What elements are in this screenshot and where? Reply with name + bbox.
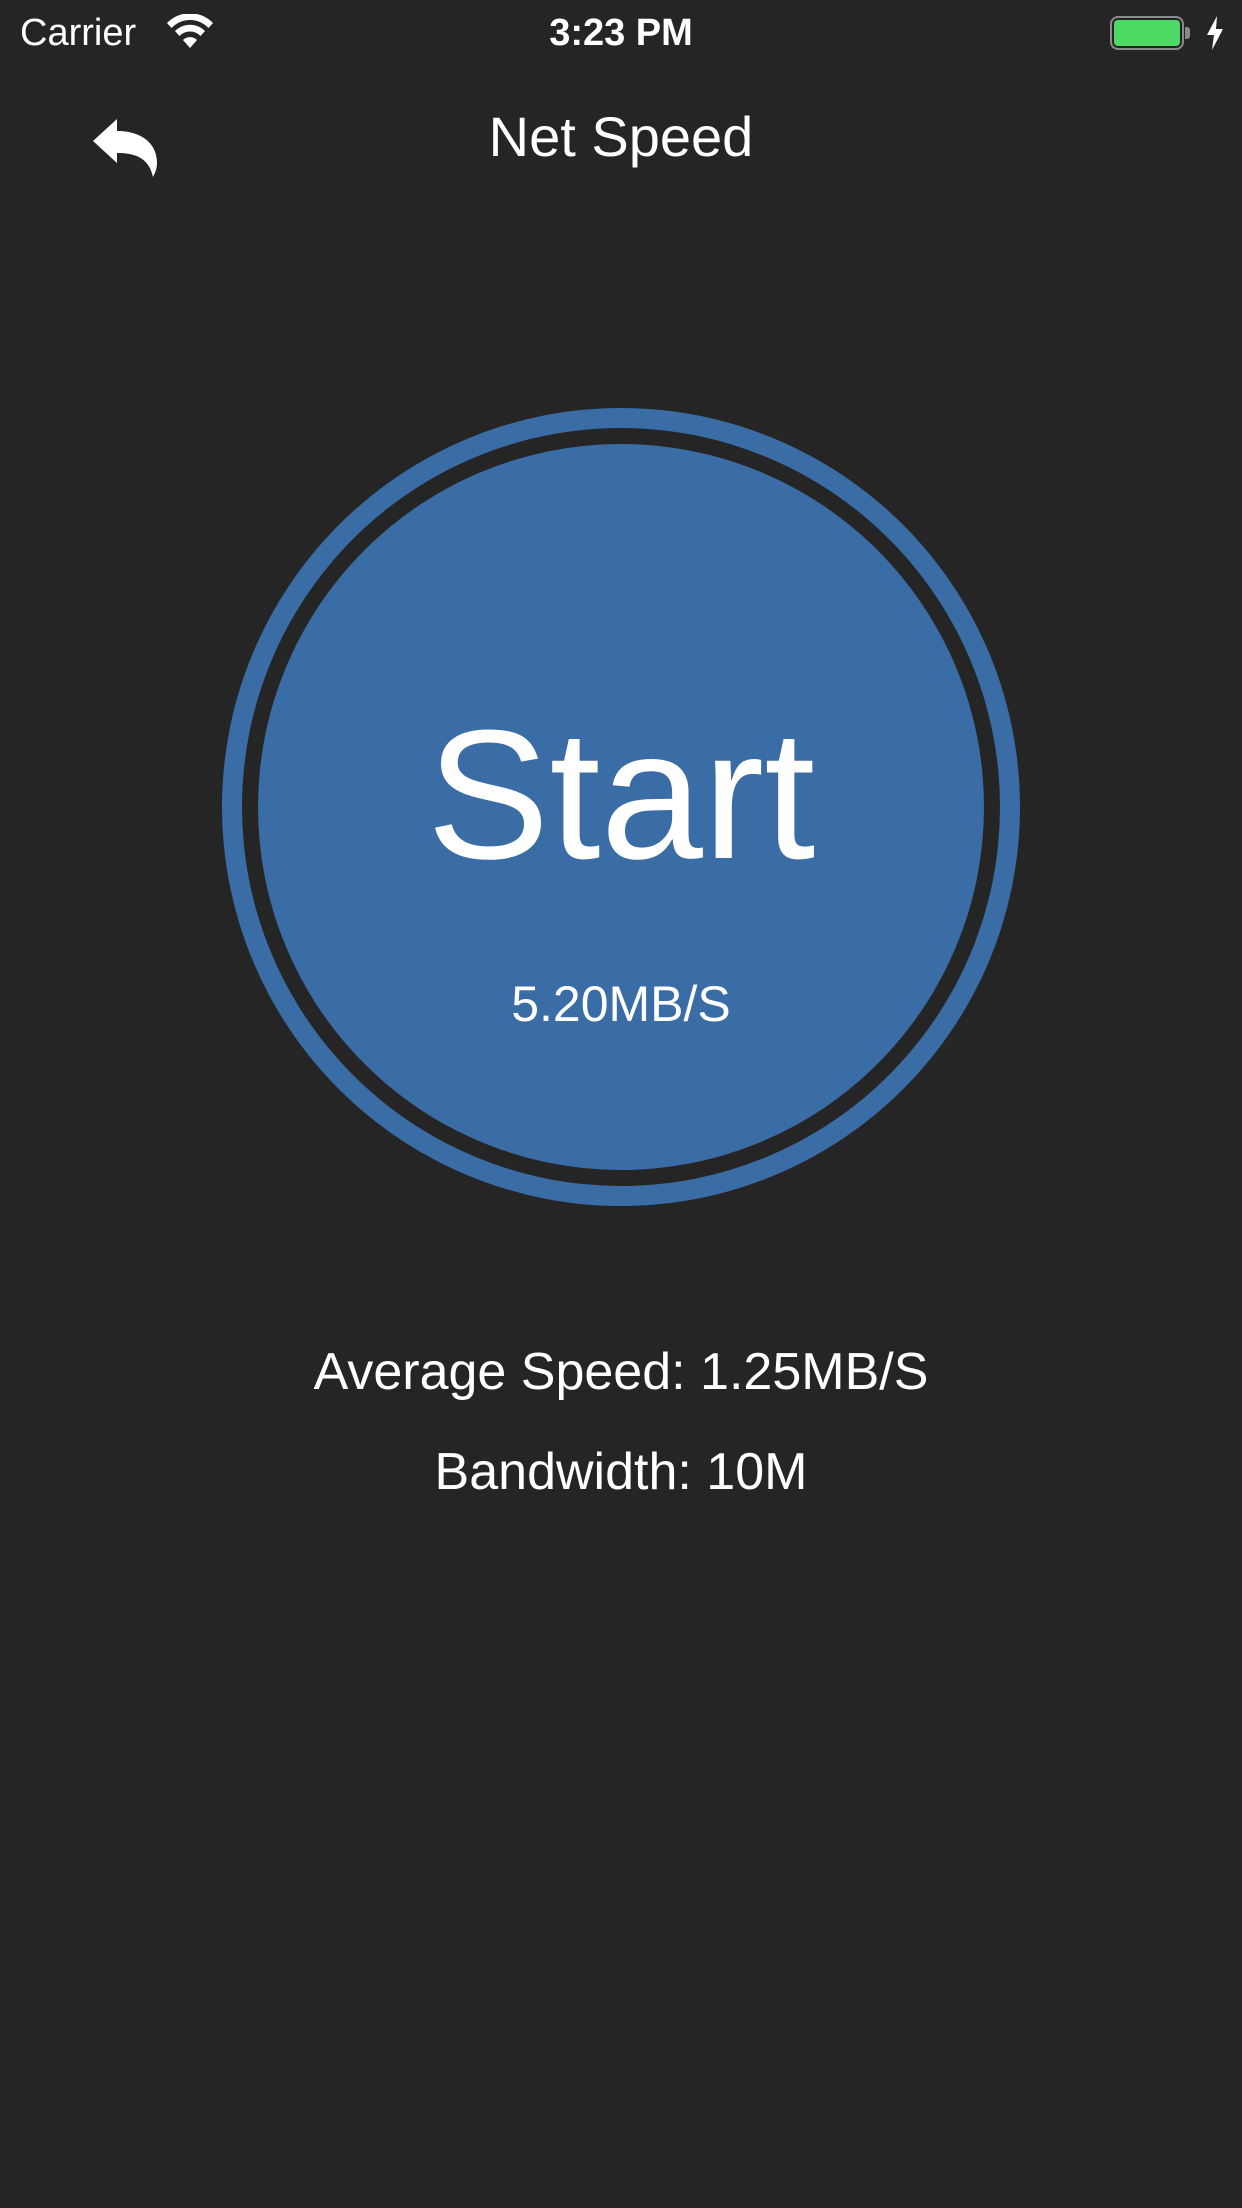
average-speed: Average Speed: 1.25MB/S [313,1343,929,1401]
page-title: Net Speed [488,105,754,168]
speed-dial-ring: Start 5.20MB/S [222,408,1020,1206]
nav-bar: Net Speed [0,66,1242,216]
start-button[interactable]: Start 5.20MB/S [258,444,984,1170]
current-speed: 5.20MB/S [511,976,731,1032]
battery-icon [1110,16,1192,52]
charging-bolt-icon [1204,14,1226,52]
status-bar: Carrier 3:23 PM [0,0,1242,66]
bandwidth: Bandwidth: 10M [434,1443,808,1501]
start-label: Start [426,691,816,897]
net-speed-screen: Carrier 3:23 PM Net Speed Start 5.20MB/S… [0,0,1242,2208]
status-time: 3:23 PM [549,12,693,54]
